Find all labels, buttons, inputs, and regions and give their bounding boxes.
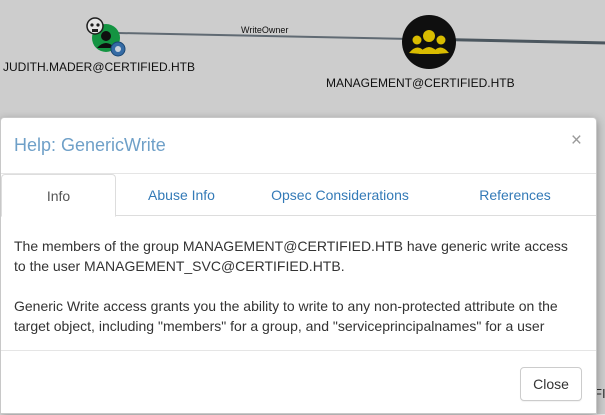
info-text: The members of the group MANAGEMENT@CERT… (14, 236, 579, 350)
modal-footer: Close (1, 350, 596, 415)
help-modal: Help: GenericWrite × Info Abuse Info Ops… (0, 117, 597, 414)
info-paragraph: The members of the group MANAGEMENT@CERT… (14, 238, 568, 274)
close-button[interactable]: Close (520, 367, 582, 401)
modal-header: Help: GenericWrite × (1, 118, 596, 174)
tab-abuse-info[interactable]: Abuse Info (116, 174, 247, 216)
tab-opsec-considerations[interactable]: Opsec Considerations (247, 174, 433, 216)
tab-info[interactable]: Info (1, 174, 116, 217)
modal-title: Help: GenericWrite (14, 135, 166, 155)
tab-bar: Info Abuse Info Opsec Considerations Ref… (1, 174, 597, 217)
tab-references[interactable]: References (433, 174, 597, 216)
close-icon[interactable]: × (571, 131, 582, 150)
info-paragraph: Generic Write access grants you the abil… (14, 298, 558, 334)
tab-content[interactable]: The members of the group MANAGEMENT@CERT… (1, 216, 596, 350)
